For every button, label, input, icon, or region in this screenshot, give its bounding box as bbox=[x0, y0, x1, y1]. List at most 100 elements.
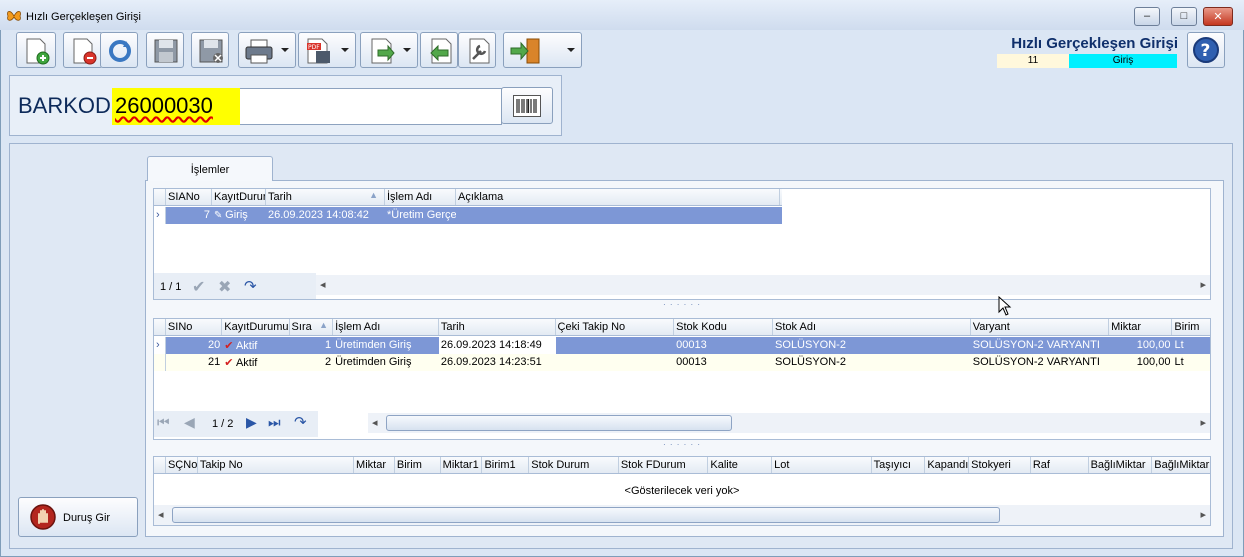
col-unit[interactable]: Birim bbox=[1172, 319, 1210, 335]
tools-button[interactable] bbox=[458, 32, 496, 68]
back-button[interactable] bbox=[420, 32, 458, 68]
barcode-value-text: 26000030 bbox=[115, 93, 213, 118]
scroll-left-icon[interactable]: ◂ bbox=[158, 508, 164, 521]
export-dropdown-button[interactable] bbox=[360, 32, 418, 68]
help-icon: ? bbox=[1193, 37, 1219, 63]
scroll-thumb[interactable] bbox=[172, 507, 1000, 523]
cell-date: 26.09.2023 14:23:51 bbox=[440, 356, 542, 368]
col-status[interactable]: KayıtDurur bbox=[212, 189, 266, 205]
col-stock-name[interactable]: Stok Adı bbox=[773, 319, 971, 335]
confirm-check-icon[interactable]: ✔ bbox=[192, 277, 205, 297]
col-status[interactable]: KayıtDurumu bbox=[222, 319, 290, 335]
col-stock-fstatus[interactable]: Stok FDurum bbox=[619, 457, 709, 473]
col-unit1[interactable]: Birim1 bbox=[482, 457, 530, 473]
col-quantity1[interactable]: Miktar1 bbox=[441, 457, 483, 473]
operations-grid-scrollbar[interactable]: ◂ ▸ bbox=[316, 275, 1210, 295]
col-quantity[interactable]: Miktar bbox=[354, 457, 395, 473]
col-variant[interactable]: Varyant bbox=[971, 319, 1110, 335]
col-order[interactable]: Sıra ▲ bbox=[290, 319, 334, 335]
cell-unit: Lt bbox=[1174, 356, 1184, 368]
table-row[interactable]: › 7 ✎ Giriş 26.09.2023 14:08:42 *Üretim … bbox=[154, 207, 782, 224]
cell-description bbox=[456, 207, 780, 224]
col-sc-no[interactable]: SÇNo bbox=[166, 457, 198, 473]
scroll-left-icon[interactable]: ◂ bbox=[320, 278, 326, 291]
col-linked-quantity[interactable]: BağlıMiktar bbox=[1089, 457, 1153, 473]
page-indicator: 1 / 2 bbox=[212, 418, 234, 430]
col-date[interactable]: Tarih bbox=[439, 319, 556, 335]
col-lot[interactable]: Lot bbox=[772, 457, 872, 473]
edit-status-icon: ✎ bbox=[214, 210, 226, 221]
minimize-button[interactable]: – bbox=[1134, 7, 1160, 26]
close-button[interactable]: ✕ bbox=[1203, 7, 1233, 26]
col-shelf[interactable]: Raf bbox=[1031, 457, 1089, 473]
col-quality[interactable]: Kalite bbox=[708, 457, 773, 473]
form-title: Hızlı Gerçekleşen Girişi bbox=[1011, 35, 1178, 52]
details-grid-scrollbar[interactable]: ◂ ▸ bbox=[154, 505, 1210, 525]
scroll-right-icon[interactable]: ▸ bbox=[1200, 508, 1206, 521]
cell-process: Üretimden Giriş bbox=[335, 339, 412, 351]
cell-status-text: Aktif bbox=[235, 340, 258, 352]
col-track-no[interactable]: Takip No bbox=[198, 457, 355, 473]
movements-grid-header: SINo KayıtDurumu Sıra ▲ İşlem Adı Tarih Ç… bbox=[154, 319, 1210, 336]
pdf-export-dropdown-button[interactable]: PDF bbox=[298, 32, 356, 68]
scroll-left-icon[interactable]: ◂ bbox=[372, 416, 378, 429]
operations-grid: SIANo KayıtDurur Tarih ▲ İşlem Adı Açıkla… bbox=[153, 188, 1211, 300]
first-page-icon[interactable]: ⏮ bbox=[157, 414, 170, 431]
prev-page-icon[interactable]: ◀ bbox=[184, 414, 195, 431]
table-row[interactable]: › 20 ✔ Aktif 1 Üretimden Giriş 26.09.202… bbox=[154, 337, 1210, 354]
col-description[interactable]: Açıklama bbox=[456, 189, 780, 205]
col-date[interactable]: Tarih ▲ bbox=[266, 189, 385, 205]
scroll-thumb[interactable] bbox=[386, 415, 732, 431]
new-document-icon bbox=[26, 38, 50, 65]
table-row[interactable]: 21 ✔ Aktif 2 Üretimden Giriş 26.09.2023 … bbox=[154, 354, 1210, 371]
movements-grid: SINo KayıtDurumu Sıra ▲ İşlem Adı Tarih Ç… bbox=[153, 318, 1211, 440]
last-page-icon[interactable]: ⏭ bbox=[268, 414, 281, 431]
movements-grid-scrollbar[interactable]: ◂ ▸ bbox=[368, 413, 1210, 433]
delete-record-button[interactable] bbox=[63, 32, 103, 68]
cell-stock-code: 00013 bbox=[676, 356, 707, 368]
refresh-arrow-icon[interactable]: ↷ bbox=[244, 277, 257, 295]
cell-variant: SOLÜSYON-2 VARYANTI bbox=[972, 339, 1100, 351]
col-closed[interactable]: Kapandı bbox=[925, 457, 970, 473]
scroll-right-icon[interactable]: ▸ bbox=[1200, 416, 1206, 429]
col-track-no[interactable]: Çeki Takip No bbox=[556, 319, 675, 335]
exit-dropdown-button[interactable] bbox=[503, 32, 582, 68]
new-record-button[interactable] bbox=[16, 32, 56, 68]
col-sia-no[interactable]: SIANo bbox=[166, 189, 212, 205]
cell-status-text: Aktif bbox=[235, 357, 258, 369]
col-unit[interactable]: Birim bbox=[395, 457, 441, 473]
print-dropdown-button[interactable] bbox=[238, 32, 296, 68]
col-process[interactable]: İşlem Adı bbox=[385, 189, 456, 205]
col-linked-quantity-2[interactable]: BağlıMiktar bbox=[1152, 457, 1210, 473]
col-stock-status[interactable]: Stok Durum bbox=[529, 457, 619, 473]
col-stock-code[interactable]: Stok Kodu bbox=[674, 319, 774, 335]
col-process[interactable]: İşlem Adı bbox=[333, 319, 439, 335]
scroll-right-icon[interactable]: ▸ bbox=[1200, 278, 1206, 291]
stop-entry-button[interactable]: Duruş Gir bbox=[18, 497, 138, 537]
col-quantity[interactable]: Miktar bbox=[1109, 319, 1173, 335]
help-button[interactable]: ? bbox=[1187, 32, 1225, 68]
cell-quantity: 100,00 bbox=[1136, 356, 1171, 368]
save-button[interactable] bbox=[146, 32, 184, 68]
splitter-bottom[interactable]: · · · · · · bbox=[153, 441, 1211, 449]
tab-operations[interactable]: İşlemler bbox=[147, 156, 273, 181]
print-icon bbox=[245, 39, 273, 64]
next-page-icon[interactable]: ▶ bbox=[246, 414, 257, 431]
cell-stock-name: SOLÜSYON-2 bbox=[775, 356, 846, 368]
col-location[interactable]: Stokyeri bbox=[969, 457, 1031, 473]
refresh-button[interactable] bbox=[100, 32, 138, 68]
svg-text:?: ? bbox=[1201, 41, 1211, 61]
splitter-top[interactable]: · · · · · · bbox=[153, 301, 1211, 309]
cell-date: 26.09.2023 14:18:49 bbox=[438, 337, 556, 354]
active-check-icon: ✔ bbox=[224, 357, 236, 369]
refresh-arrow-icon[interactable]: ↷ bbox=[294, 413, 307, 431]
save-cancel-button[interactable] bbox=[191, 32, 229, 68]
col-carrier[interactable]: Taşıyıcı bbox=[872, 457, 926, 473]
cancel-x-icon[interactable]: ✖ bbox=[218, 277, 231, 297]
barcode-scan-button[interactable] bbox=[501, 87, 553, 124]
mouse-cursor-icon bbox=[998, 296, 1012, 316]
col-si-no[interactable]: SINo bbox=[166, 319, 223, 335]
maximize-button[interactable]: □ bbox=[1171, 7, 1197, 26]
active-check-icon: ✔ bbox=[224, 340, 236, 352]
barcode-value[interactable]: 26000030 bbox=[112, 88, 240, 125]
